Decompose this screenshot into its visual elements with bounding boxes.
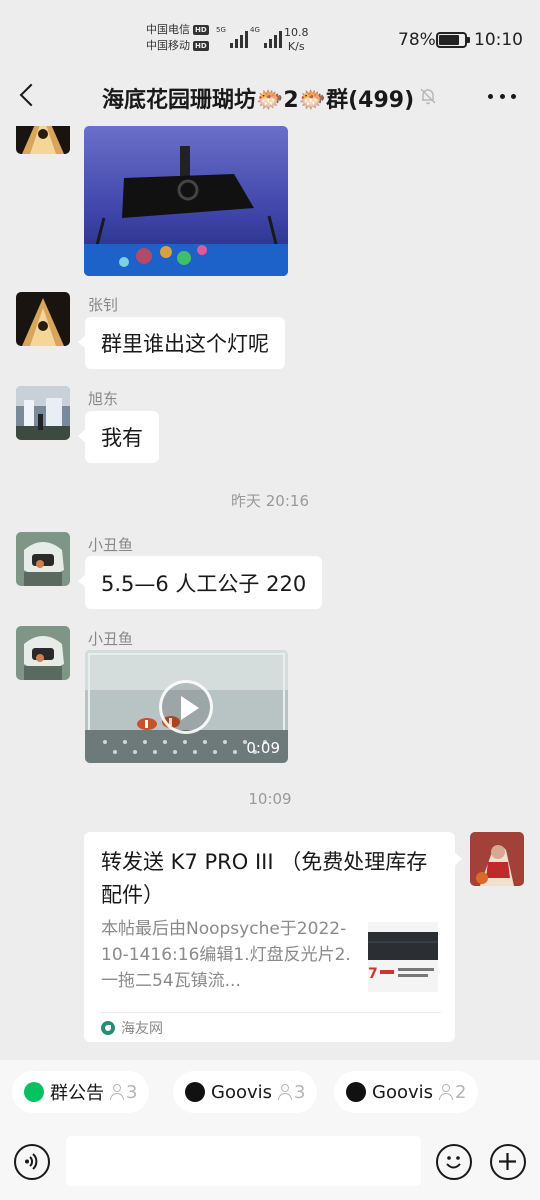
chat-messages[interactable]: 张钊 群里谁出这个灯呢 旭东 我有 昨天 20:16 小丑鱼 5.5—6 人工公… (0, 126, 540, 1060)
card-thumbnail: 7 (368, 922, 438, 992)
group-notice-icon (24, 1082, 44, 1102)
message-input[interactable] (66, 1136, 421, 1186)
chip-label: Goovis (372, 1081, 434, 1103)
chip-count: 3 (110, 1082, 137, 1103)
message-bubble[interactable]: 群里谁出这个灯呢 (78, 317, 285, 369)
emoji-icon (446, 1156, 461, 1169)
play-icon[interactable] (159, 680, 213, 734)
avatar[interactable] (16, 386, 70, 440)
mute-bell-icon (420, 88, 436, 105)
goovis-logo-icon (185, 1082, 205, 1102)
chip-count: 3 (278, 1082, 305, 1103)
status-bar: 中国电信 HD 中国移动 HD 5G 4G 10.8 K/s 78% 10:10 (0, 0, 540, 64)
timestamp: 昨天 20:16 (231, 492, 309, 510)
hd-badge: HD (193, 41, 209, 51)
my-avatar[interactable] (470, 832, 524, 886)
timestamp: 10:09 (248, 790, 292, 808)
forwarded-link-card[interactable]: 转发送 K7 PRO III （免费处理库存配件） 本帖最后由Noopsyche… (84, 832, 462, 1042)
chip-group-notice[interactable]: 群公告 3 (12, 1071, 150, 1113)
sender-name: 小丑鱼 (88, 630, 134, 648)
more-functions-button[interactable] (490, 1144, 526, 1180)
card-title: 转发送 K7 PRO III （免费处理库存配件） (101, 850, 428, 907)
video-duration: 0:09 (246, 739, 280, 757)
back-arrow-icon[interactable] (12, 78, 44, 112)
message-bubble[interactable]: 我有 (78, 411, 159, 463)
user-icon (278, 1084, 293, 1100)
card-source: 海友网 (101, 1018, 163, 1038)
signal-5g-icon: 5G (216, 26, 248, 48)
card-description: 本帖最后由Noopsyche于2022-10-1416:16编辑1.灯盘反光片2… (101, 919, 351, 991)
carrier-2: 中国移动 (146, 39, 190, 52)
image-message[interactable] (84, 126, 288, 276)
chat-title: 海底花园珊瑚坊🐡2🐡群(499) (102, 88, 415, 113)
message-bubble[interactable]: 5.5—6 人工公子 220 (77, 556, 323, 609)
quick-actions-bar: 群公告 3 Goovis 3 Goovis 2 (0, 1060, 540, 1124)
carrier-info: 中国电信 HD 中国移动 HD (146, 22, 209, 54)
carrier-1: 中国电信 (146, 23, 190, 36)
sender-name: 张钊 (88, 296, 119, 314)
video-message[interactable]: 0:09 (85, 650, 288, 763)
goovis-logo-icon (346, 1082, 366, 1102)
signal-4g-icon: 4G (250, 26, 282, 48)
clock: 10:10 (474, 30, 523, 50)
avatar[interactable] (16, 626, 70, 680)
source-name: 海友网 (121, 1021, 163, 1037)
chip-count: 2 (439, 1082, 466, 1103)
avatar[interactable] (16, 532, 70, 586)
chip-label: 群公告 (50, 1083, 104, 1104)
battery-icon (436, 32, 470, 48)
voice-icon (25, 1153, 38, 1170)
chip-goovis[interactable]: Goovis 2 (334, 1071, 479, 1113)
user-icon (439, 1084, 454, 1100)
network-speed: 10.8 K/s (284, 26, 309, 53)
battery-percent: 78% (398, 30, 436, 50)
svg-text:7: 7 (368, 966, 378, 982)
hd-badge: HD (193, 25, 209, 35)
chip-label: Goovis (211, 1081, 273, 1103)
voice-input-button[interactable] (14, 1144, 50, 1180)
avatar[interactable] (16, 292, 70, 346)
sender-name: 旭东 (88, 390, 119, 408)
divider (101, 1012, 441, 1013)
chip-goovis[interactable]: Goovis 3 (173, 1071, 318, 1113)
emoji-button[interactable] (436, 1144, 472, 1180)
avatar[interactable] (16, 126, 70, 154)
plus-icon (499, 1153, 516, 1170)
source-app-icon (101, 1021, 115, 1035)
user-icon (110, 1084, 124, 1100)
chat-header: 海底花园珊瑚坊🐡2🐡群(499) (0, 64, 540, 126)
sender-name: 小丑鱼 (88, 536, 134, 554)
more-options-button[interactable] (486, 84, 518, 108)
input-bar (0, 1124, 540, 1200)
